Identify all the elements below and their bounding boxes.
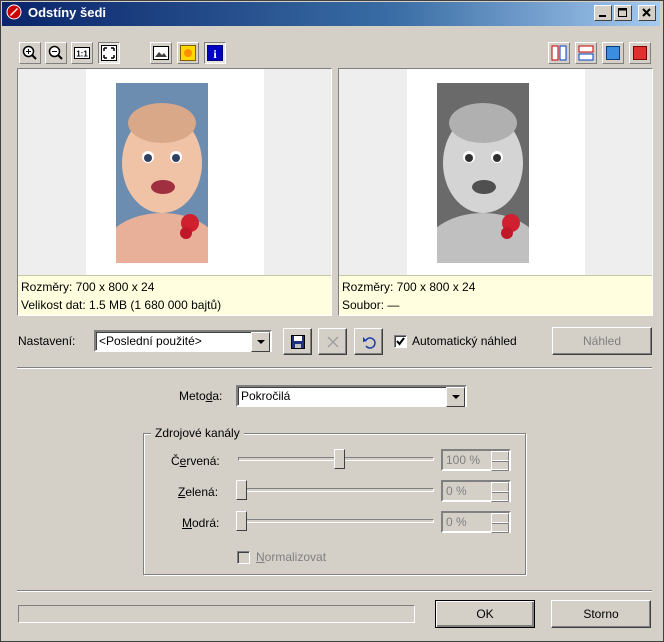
blue-label-accel: M bbox=[182, 516, 192, 530]
red-label: Červená: bbox=[171, 454, 220, 468]
red-label-pre: Č bbox=[171, 454, 180, 468]
zoom-out-button[interactable] bbox=[45, 42, 67, 64]
preview-button[interactable]: Náhled bbox=[552, 327, 652, 355]
result-only-button[interactable] bbox=[629, 42, 651, 64]
checkmark-icon bbox=[396, 337, 405, 346]
info-button[interactable]: i bbox=[204, 42, 226, 64]
normalize-label-rest: ormalizovat bbox=[264, 550, 327, 564]
original-info: Rozměry: 700 x 800 x 24 Velikost dat: 1.… bbox=[18, 275, 331, 315]
maximize-button[interactable] bbox=[614, 5, 632, 21]
image-view-button[interactable] bbox=[150, 42, 172, 64]
save-settings-button[interactable] bbox=[283, 328, 312, 355]
auto-preview-checkbox[interactable] bbox=[394, 335, 407, 348]
result-dimensions: Rozměry: 700 x 800 x 24 bbox=[342, 280, 476, 294]
split-horizontal-icon bbox=[578, 45, 594, 61]
baby-photo-grayscale bbox=[437, 83, 529, 263]
red-slider-thumb[interactable] bbox=[334, 449, 345, 469]
green-slider-thumb[interactable] bbox=[236, 480, 247, 500]
separator-bottom bbox=[17, 590, 652, 592]
red-label-post: rvená: bbox=[186, 454, 220, 468]
split-vertical-button[interactable] bbox=[548, 42, 570, 64]
red-spin-down[interactable] bbox=[491, 460, 509, 471]
close-icon bbox=[642, 8, 651, 17]
blue-label-post: odrá: bbox=[192, 516, 220, 530]
blue-slider-thumb[interactable] bbox=[236, 511, 247, 531]
green-spinbox[interactable]: 0 % bbox=[441, 480, 511, 502]
original-dimensions: Rozměry: 700 x 800 x 24 bbox=[21, 280, 155, 294]
undo-icon bbox=[362, 336, 376, 349]
split-vertical-icon bbox=[551, 45, 567, 61]
highlight-view-button[interactable] bbox=[177, 42, 199, 64]
fit-window-icon bbox=[101, 45, 117, 61]
actual-size-button[interactable]: 1:1 bbox=[71, 42, 93, 64]
method-label: Metoda: bbox=[179, 389, 222, 403]
delete-settings-button[interactable] bbox=[318, 328, 347, 355]
normalize-label: Normalizovat bbox=[256, 550, 326, 564]
green-value: 0 % bbox=[446, 484, 467, 498]
normalize-label-accel: N bbox=[256, 550, 265, 564]
red-value: 100 % bbox=[446, 453, 481, 467]
blue-spin-down[interactable] bbox=[491, 522, 509, 533]
settings-dropdown-arrow[interactable] bbox=[251, 332, 270, 352]
separator-top bbox=[17, 367, 652, 369]
result-info: Rozměry: 700 x 800 x 24 Soubor: — bbox=[339, 275, 652, 315]
chevron-down-icon bbox=[451, 394, 460, 399]
green-label: Zelená: bbox=[178, 485, 218, 499]
settings-combo[interactable]: <Poslední použité> bbox=[94, 330, 272, 352]
maximize-icon bbox=[618, 8, 627, 17]
minimize-icon bbox=[599, 15, 606, 17]
green-label-post: elená: bbox=[185, 485, 219, 499]
sun-icon bbox=[180, 45, 196, 61]
svg-text:1:1: 1:1 bbox=[76, 50, 88, 59]
actual-size-icon: 1:1 bbox=[74, 47, 90, 59]
reset-settings-button[interactable] bbox=[354, 328, 383, 355]
auto-preview-label: Automatický náhled bbox=[412, 334, 517, 348]
source-channels-legend: Zdrojové kanály bbox=[151, 426, 244, 440]
blue-label: Modrá: bbox=[182, 516, 219, 530]
red-spinbox[interactable]: 100 % bbox=[441, 449, 511, 471]
blue-value: 0 % bbox=[446, 515, 467, 529]
cancel-button[interactable]: Storno bbox=[551, 600, 651, 628]
blue-slider-track[interactable] bbox=[238, 519, 434, 523]
floppy-disk-icon bbox=[290, 334, 305, 349]
baby-photo-original bbox=[116, 83, 208, 263]
zoom-in-icon bbox=[22, 45, 37, 60]
landscape-icon bbox=[153, 46, 169, 60]
blue-square-icon bbox=[606, 46, 620, 60]
delete-x-icon bbox=[326, 335, 339, 348]
ok-button[interactable]: OK bbox=[435, 600, 535, 628]
chevron-down-icon bbox=[256, 339, 265, 344]
method-label-pre: Meto bbox=[179, 389, 206, 403]
app-icon bbox=[6, 4, 22, 20]
info-icon: i bbox=[207, 45, 223, 61]
fit-to-window-button[interactable] bbox=[98, 42, 120, 64]
method-label-post: a: bbox=[212, 389, 223, 403]
red-square-icon bbox=[633, 46, 647, 60]
method-dropdown-arrow[interactable] bbox=[446, 387, 465, 407]
result-preview-panel: Rozměry: 700 x 800 x 24 Soubor: — bbox=[338, 68, 653, 316]
method-value: Pokročilá bbox=[241, 389, 291, 403]
green-slider-track[interactable] bbox=[238, 488, 434, 492]
normalize-checkbox[interactable] bbox=[237, 551, 250, 564]
split-horizontal-button[interactable] bbox=[575, 42, 597, 64]
progress-bar bbox=[18, 605, 415, 623]
result-file: Soubor: — bbox=[342, 298, 400, 312]
green-spin-down[interactable] bbox=[491, 491, 509, 502]
settings-label: Nastavení: bbox=[18, 334, 76, 348]
method-combo[interactable]: Pokročilá bbox=[236, 385, 467, 407]
window-title: Odstíny šedi bbox=[28, 5, 107, 20]
original-only-button[interactable] bbox=[602, 42, 624, 64]
original-preview-panel: Rozměry: 700 x 800 x 24 Velikost dat: 1.… bbox=[17, 68, 332, 316]
settings-value: <Poslední použité> bbox=[99, 334, 202, 348]
zoom-out-icon bbox=[48, 45, 63, 60]
blue-spinbox[interactable]: 0 % bbox=[441, 511, 511, 533]
minimize-button[interactable] bbox=[594, 5, 612, 21]
zoom-in-button[interactable] bbox=[19, 42, 41, 64]
original-data-size: Velikost dat: 1.5 MB (1 680 000 bajtů) bbox=[21, 298, 222, 312]
close-button[interactable] bbox=[638, 5, 656, 21]
